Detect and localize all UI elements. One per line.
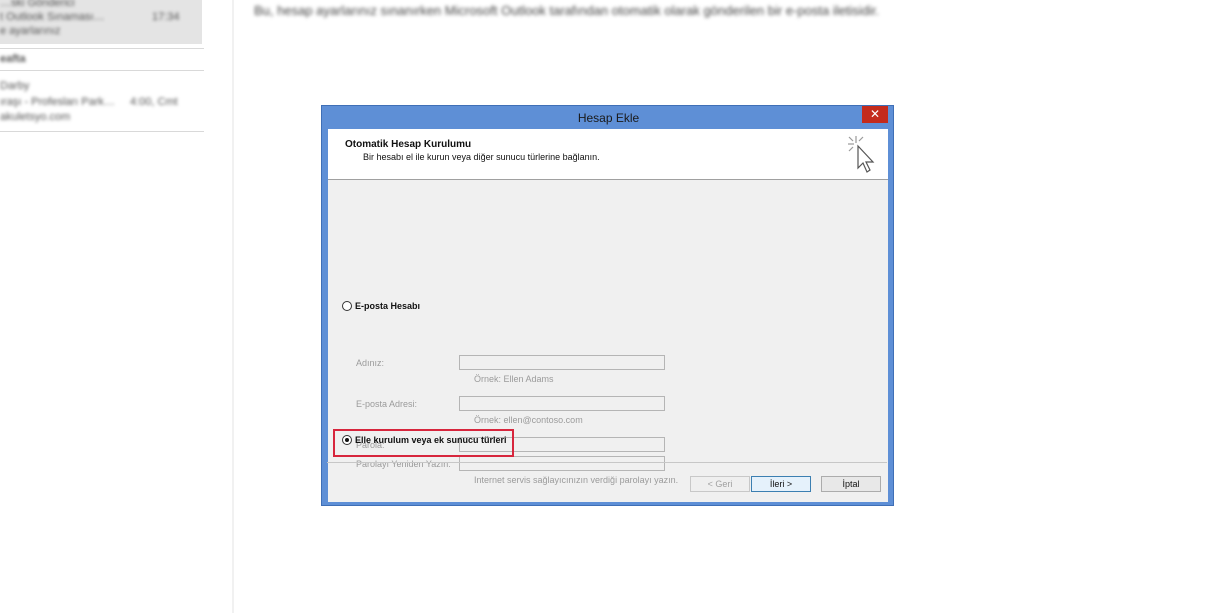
- footer-divider: [327, 462, 887, 463]
- cancel-button[interactable]: İptal: [821, 476, 881, 492]
- manual-setup-label[interactable]: Elle kurulum veya ek sunucu türleri: [355, 435, 507, 445]
- close-icon: ✕: [869, 107, 881, 121]
- message-preview: akuletsyo.com: [0, 111, 71, 123]
- message-sender: …ski Gönderici: [0, 0, 75, 9]
- message-sender: Darby: [0, 80, 30, 92]
- dialog-title: Hesap Ekle: [577, 111, 640, 125]
- dialog-lower-area: Elle kurulum veya ek sunucu türleri < Ge…: [327, 128, 887, 501]
- reading-pane-text: Bu, hesap ayarlarınız sınanırken Microso…: [254, 3, 880, 18]
- list-separator: [0, 70, 204, 71]
- group-header: eafta: [0, 53, 26, 65]
- message-list: …ski Gönderici t Outlook Sınaması… 17:34…: [0, 0, 204, 613]
- manual-setup-radio[interactable]: [342, 435, 352, 445]
- message-time: 4:00, Cmt: [130, 96, 178, 108]
- message-time: 17:34: [152, 11, 180, 23]
- list-separator: [0, 131, 204, 132]
- back-button[interactable]: < Geri: [690, 476, 750, 492]
- message-preview: e ayarlarınız: [0, 25, 61, 37]
- next-button[interactable]: İleri >: [751, 476, 811, 492]
- close-button[interactable]: ✕: [862, 106, 888, 123]
- list-separator: [0, 48, 204, 49]
- message-subject: ıraşı - Profesları Park…: [0, 96, 115, 108]
- message-subject: t Outlook Sınaması…: [0, 11, 105, 23]
- pane-divider: [232, 0, 234, 613]
